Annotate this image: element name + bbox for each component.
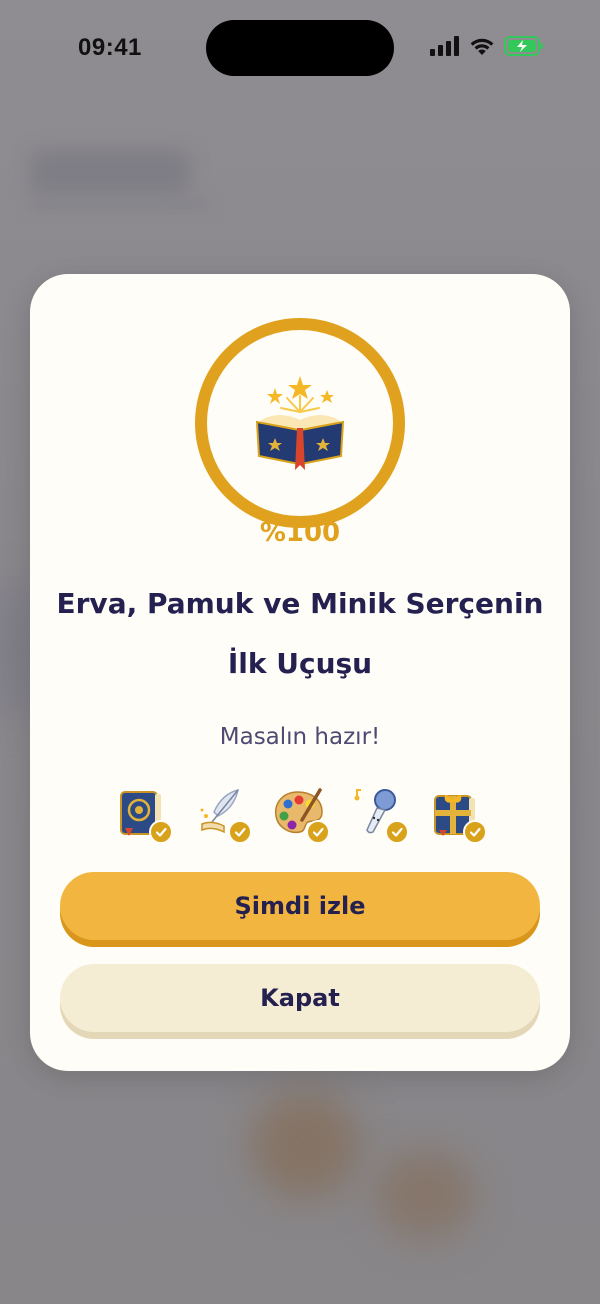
dynamic-island	[206, 20, 394, 76]
check-icon	[463, 820, 487, 844]
check-icon	[384, 820, 409, 844]
step-microphone	[351, 786, 409, 844]
story-title-line-1: Erva, Pamuk ve Minik Serçenin	[56, 587, 544, 620]
background-blob	[375, 1150, 475, 1240]
story-ready-modal: %100 Erva, Pamuk ve Minik Serçenin İlk U…	[30, 274, 570, 1071]
check-icon	[306, 820, 330, 844]
step-quill-pen	[194, 786, 252, 844]
story-title-line-2: İlk Uçuşu	[227, 647, 373, 680]
wifi-icon	[470, 38, 494, 55]
check-icon	[149, 820, 173, 844]
background-title-blur	[30, 150, 190, 194]
signal-icon	[430, 36, 459, 56]
status-icons	[430, 36, 544, 56]
background-blob	[250, 1090, 360, 1200]
battery-charging-icon	[504, 36, 543, 56]
close-button[interactable]: Kapat	[60, 964, 540, 1032]
magic-book-icon	[255, 376, 345, 470]
progress-percent: %100	[259, 518, 341, 548]
step-gift-book	[429, 786, 487, 844]
watch-now-button[interactable]: Şimdi izle	[60, 872, 540, 940]
story-title: Erva, Pamuk ve Minik Serçenin İlk Uçuşu	[50, 574, 550, 694]
completed-steps	[115, 786, 487, 846]
check-icon	[227, 820, 252, 844]
step-story-book	[115, 786, 173, 844]
background-blob	[0, 580, 30, 720]
status-time: 09:41	[78, 34, 142, 61]
step-paint-palette	[272, 786, 330, 844]
status-bar: 09:41	[0, 0, 600, 100]
progress-ring	[195, 318, 405, 528]
background-text-blur	[30, 200, 210, 210]
story-ready-subtitle: Masalın hazır!	[219, 724, 381, 750]
